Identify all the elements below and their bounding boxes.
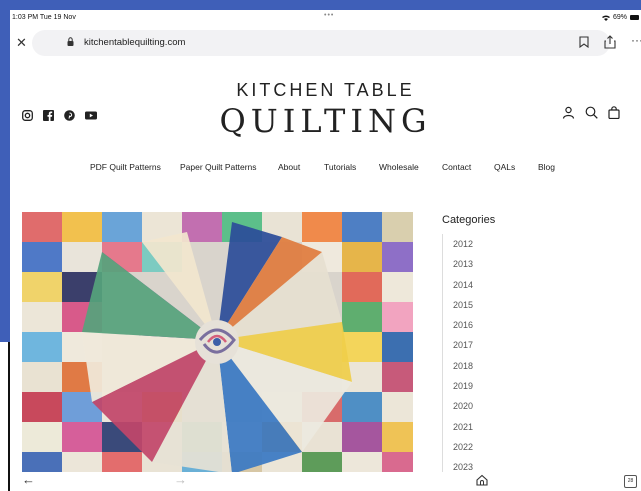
wifi-icon (601, 15, 610, 21)
bookmark-icon[interactable] (579, 36, 589, 48)
forward-arrow-icon[interactable]: → (174, 472, 187, 487)
category-item[interactable]: 2014 (443, 275, 593, 295)
screen-edge (0, 342, 10, 491)
browser-toolbar: ✕ kitchentablequilting.com ··· (10, 30, 641, 56)
nav-paper-quilt-patterns[interactable]: Paper Quilt Patterns (180, 162, 257, 172)
browser-bottom-bar: ← → 28 (10, 472, 641, 491)
nav-tutorials[interactable]: Tutorials (324, 162, 356, 172)
sidebar-title: Categories (442, 214, 496, 226)
nav-qals[interactable]: QALs (494, 162, 515, 172)
home-icon[interactable] (476, 474, 488, 486)
bag-icon[interactable] (608, 106, 620, 119)
category-item[interactable]: 2013 (443, 254, 593, 274)
search-icon[interactable] (585, 106, 598, 119)
close-icon[interactable]: ✕ (16, 35, 27, 51)
site-header: KITCHEN TABLE QUILTING PDF Quilt Pattern… (10, 70, 641, 190)
battery-percent: 69% (612, 14, 627, 21)
nav-wholesale[interactable]: Wholesale (379, 162, 419, 172)
url-text: kitchentablequilting.com (84, 37, 186, 48)
category-item[interactable]: 2020 (443, 396, 593, 416)
quilt-photo[interactable] (22, 212, 413, 474)
nav-contact[interactable]: Contact (442, 162, 471, 172)
category-item[interactable]: 2018 (443, 356, 593, 376)
lock-icon (67, 37, 74, 46)
more-icon[interactable]: ··· (631, 33, 641, 47)
address-bar[interactable]: kitchentablequilting.com (32, 30, 610, 56)
status-time: 1:03 PM Tue 19 Nov (12, 14, 76, 21)
ipad-screen: 1:03 PM Tue 19 Nov ••• 69% ✕ kitchentabl… (10, 10, 641, 491)
category-item[interactable]: 2017 (443, 335, 593, 355)
category-list: 2012 2013 2014 2015 2016 2017 2018 2019 … (442, 234, 593, 478)
category-item[interactable]: 2022 (443, 437, 593, 457)
logo-main-line[interactable]: QUILTING (10, 102, 641, 140)
category-item[interactable]: 2015 (443, 295, 593, 315)
battery-icon (630, 15, 639, 20)
logo-top-line[interactable]: KITCHEN TABLE (10, 80, 641, 101)
nav-blog[interactable]: Blog (538, 162, 555, 172)
category-item[interactable]: 2012 (443, 234, 593, 254)
category-item[interactable]: 2021 (443, 417, 593, 437)
status-bar: 1:03 PM Tue 19 Nov ••• 69% (10, 10, 641, 26)
category-item[interactable]: 2016 (443, 315, 593, 335)
category-item[interactable]: 2019 (443, 376, 593, 396)
header-actions (562, 106, 620, 119)
share-icon[interactable] (604, 35, 616, 49)
back-arrow-icon[interactable]: ← (22, 472, 35, 487)
multitasking-dots[interactable]: ••• (324, 12, 334, 19)
status-right: 69% (601, 14, 639, 21)
account-icon[interactable] (562, 106, 575, 119)
nav-about[interactable]: About (278, 162, 300, 172)
nav-pdf-quilt-patterns[interactable]: PDF Quilt Patterns (90, 162, 161, 172)
tabs-count-icon[interactable]: 28 (624, 475, 637, 488)
